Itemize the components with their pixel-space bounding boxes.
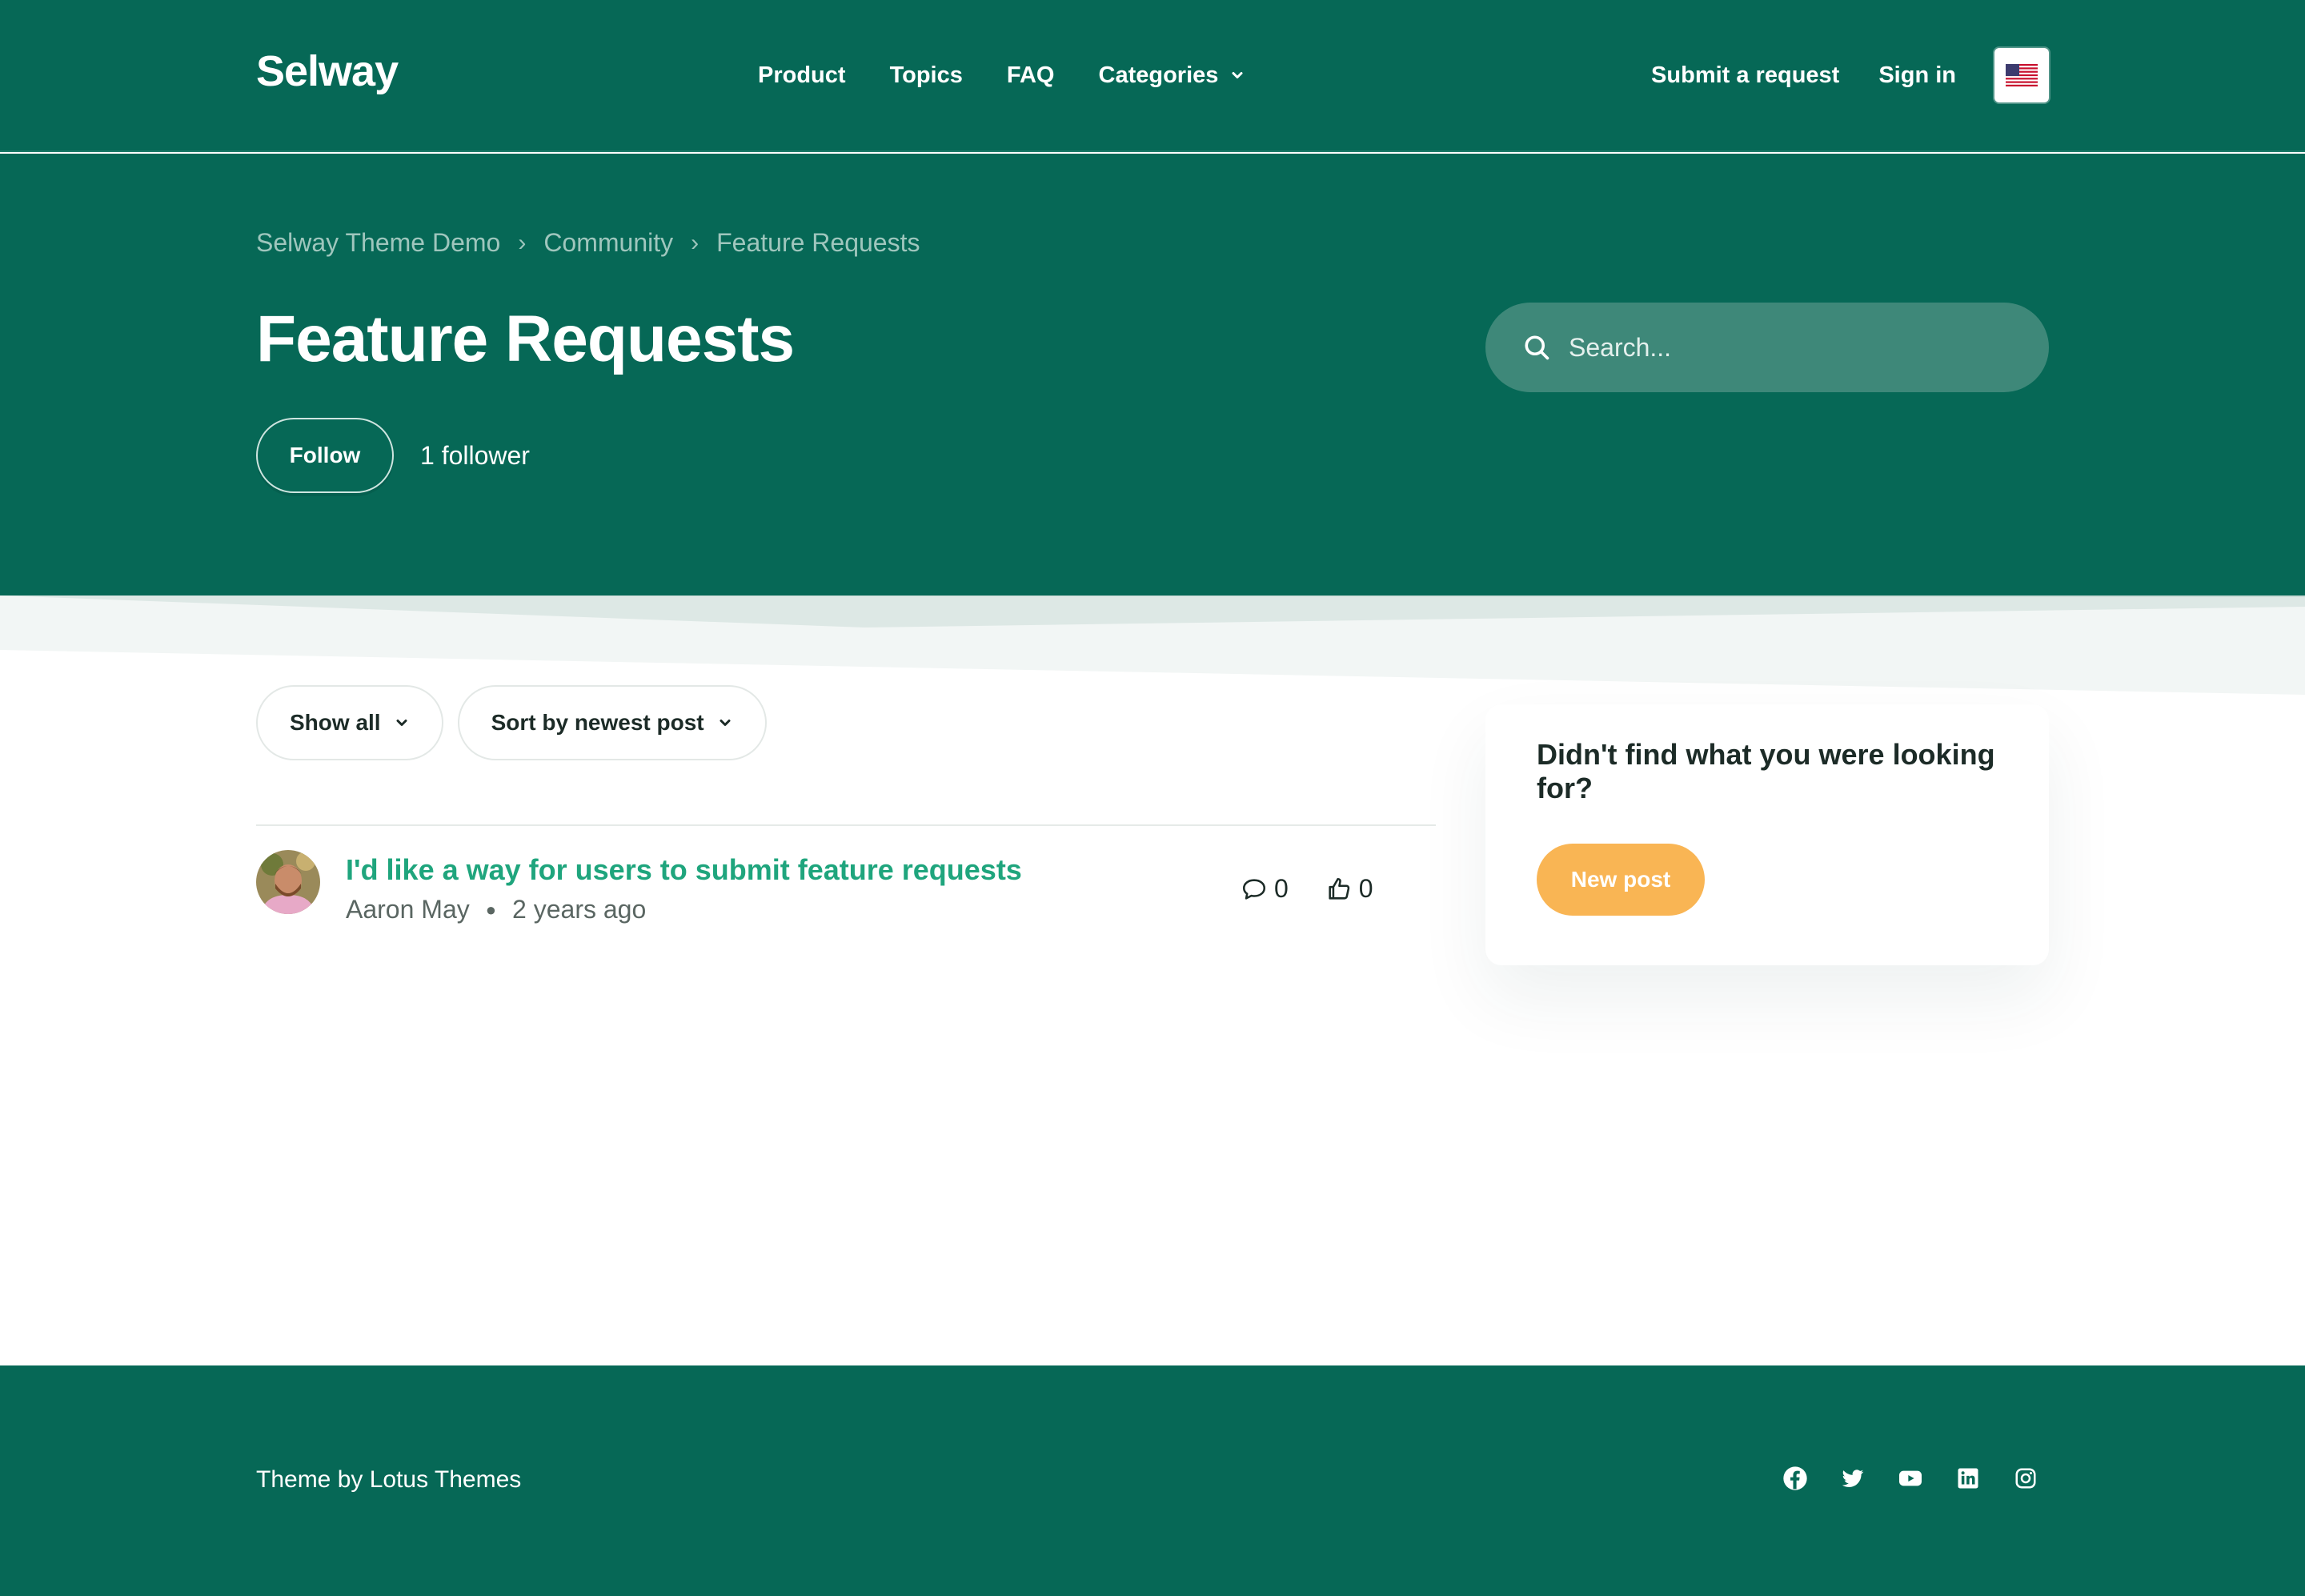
nav-label: Categories [1098, 62, 1219, 88]
filter-label: Sort by newest post [491, 710, 704, 735]
follower-count: 1 follower [420, 440, 530, 470]
follow-row: Follow 1 follower [256, 418, 530, 493]
follow-button[interactable]: Follow [256, 418, 394, 493]
nav-item-categories[interactable]: Categories [1099, 62, 1246, 89]
social-links [1782, 1465, 2070, 1492]
nav-item-product[interactable]: Product [758, 62, 846, 89]
chevron-down-icon [720, 720, 731, 726]
site-footer: Theme by Lotus Themes [0, 1365, 2305, 1596]
breadcrumb-item[interactable]: Community [543, 228, 673, 258]
post-author[interactable]: Aaron May [346, 895, 470, 924]
post-stats: 0 0 [1241, 874, 1410, 904]
chevron-down-icon [1232, 72, 1243, 78]
main-nav: Product Topics FAQ Categories [758, 59, 1289, 91]
header-actions: Submit a request Sign in [1651, 48, 2049, 102]
post-title-link[interactable]: I'd like a way for users to submit featu… [346, 853, 1022, 887]
filter-label: Show all [290, 710, 381, 735]
breadcrumb-item[interactable]: Selway Theme Demo [256, 228, 500, 258]
breadcrumb-separator: › [691, 229, 700, 256]
linkedin-link[interactable] [1954, 1465, 1982, 1492]
search-icon [1525, 335, 1549, 360]
post-list-item: I'd like a way for users to submit featu… [256, 850, 1436, 930]
nav-item-faq[interactable]: FAQ [1007, 62, 1055, 89]
hero-wave-decoration [0, 595, 2305, 700]
language-selector[interactable] [1994, 48, 2049, 102]
submit-request-link[interactable]: Submit a request [1651, 62, 1839, 89]
card-heading: Didn't find what you were looking for? [1537, 738, 1995, 804]
comment-icon [1242, 878, 1266, 900]
list-divider [256, 824, 1436, 826]
site-header: Selway Product Topics FAQ Categories Sub… [0, 0, 2305, 152]
search-box[interactable] [1485, 303, 2049, 392]
logo[interactable]: Selway [256, 46, 399, 96]
post-meta: Aaron May ● 2 years ago [346, 895, 646, 924]
twitter-link[interactable] [1839, 1465, 1866, 1492]
sign-in-link[interactable]: Sign in [1878, 62, 1956, 89]
show-all-filter[interactable]: Show all [256, 685, 443, 760]
breadcrumb-separator: › [518, 229, 527, 256]
instagram-link[interactable] [2012, 1465, 2039, 1492]
twitter-icon [1842, 1470, 1864, 1487]
avatar[interactable] [256, 850, 320, 914]
facebook-link[interactable] [1782, 1465, 1809, 1492]
youtube-icon [1899, 1470, 1922, 1486]
breadcrumb: Selway Theme Demo › Community › Feature … [256, 228, 920, 258]
facebook-icon [1783, 1466, 1807, 1490]
sort-filter[interactable]: Sort by newest post [457, 685, 767, 760]
thumbs-up-icon [1329, 877, 1350, 900]
youtube-link[interactable] [1897, 1465, 1924, 1492]
comment-count: 0 [1241, 874, 1289, 904]
chevron-down-icon [396, 720, 407, 726]
hero-section: Selway Theme Demo › Community › Feature … [0, 154, 2305, 595]
post-filters: Show all Sort by newest post [256, 685, 781, 760]
avatar-image [256, 850, 320, 914]
footer-credit[interactable]: Theme by Lotus Themes [256, 1466, 521, 1494]
nav-label: Topics [889, 62, 963, 88]
page-title: Feature Requests [256, 303, 795, 375]
nav-label: Product [758, 62, 846, 88]
new-post-card: Didn't find what you were looking for? N… [1485, 704, 2049, 965]
vote-count-value: 0 [1358, 874, 1373, 903]
nav-item-topics[interactable]: Topics [890, 62, 963, 89]
us-flag-icon [2006, 64, 2038, 86]
linkedin-icon [1958, 1468, 1978, 1489]
breadcrumb-item[interactable]: Feature Requests [716, 228, 920, 258]
instagram-icon [2015, 1468, 2036, 1489]
meta-separator: ● [485, 899, 497, 920]
post-time: 2 years ago [512, 895, 647, 924]
nav-label: FAQ [1006, 62, 1055, 88]
vote-count: 0 [1325, 874, 1373, 904]
search-input[interactable] [1569, 332, 2017, 363]
new-post-button[interactable]: New post [1537, 844, 1705, 916]
comment-count-value: 0 [1274, 874, 1289, 903]
